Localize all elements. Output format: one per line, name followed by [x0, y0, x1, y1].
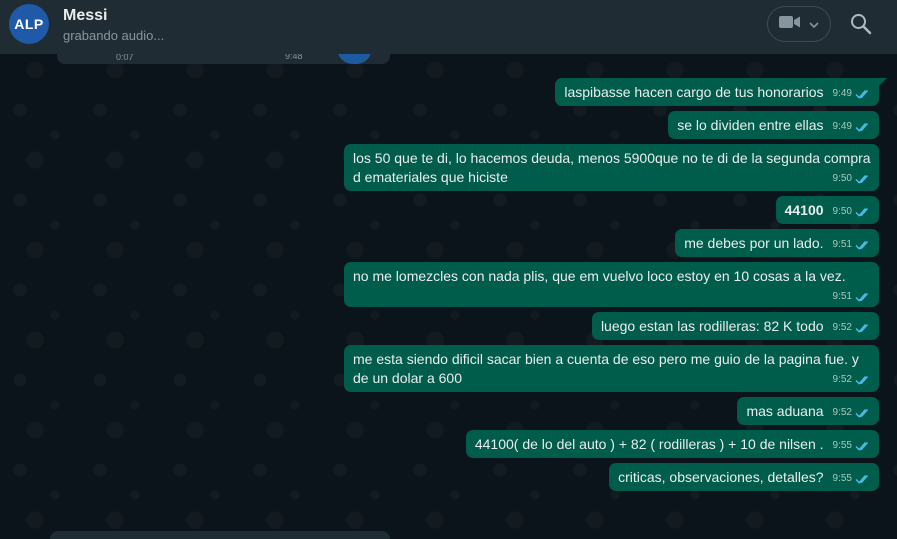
message-bubble[interactable]: los 50 que te di, lo hacemos deuda, meno… — [344, 144, 879, 191]
double-check-read-icon — [855, 408, 871, 419]
video-camera-icon — [779, 15, 801, 34]
message-bubble[interactable]: no me lomezcles con nada plis, que em vu… — [344, 262, 879, 307]
double-check-read-icon — [855, 323, 871, 334]
message-bubble[interactable]: me esta siendo dificil sacar bien a cuen… — [344, 345, 879, 392]
message-time: 9:55 — [832, 440, 852, 451]
double-check-read-icon — [855, 292, 871, 303]
message-meta: 9:51 — [833, 239, 871, 251]
message-text: se lo dividen entre ellas — [677, 117, 824, 133]
message-meta: 9:49 — [833, 88, 871, 100]
message-text: mas aduana — [746, 403, 824, 419]
message-time: 9:50 — [832, 206, 852, 217]
double-check-read-icon — [855, 174, 871, 185]
message-time: 9:51 — [832, 291, 852, 302]
video-call-button[interactable] — [767, 6, 831, 42]
message-text: luego estan las rodilleras: 82 K todo — [600, 318, 824, 334]
double-check-read-icon — [855, 207, 871, 218]
chevron-down-icon — [809, 15, 819, 33]
message-meta: 9:55 — [833, 473, 871, 485]
message-text: laspibasse hacen cargo de tus honorarios — [564, 84, 824, 100]
next-message-partial — [50, 531, 390, 539]
search-icon[interactable] — [849, 12, 873, 36]
double-check-read-icon — [855, 474, 871, 485]
message-bubble[interactable]: 44100 9:50 — [775, 196, 879, 224]
message-meta: 9:50 — [833, 206, 871, 218]
message-time: 9:50 — [832, 173, 852, 184]
double-check-read-icon — [855, 122, 871, 133]
message-bubble[interactable]: se lo dividen entre ellas 9:49 — [668, 111, 879, 139]
contact-status: grabando audio... — [63, 28, 165, 43]
message-time: 9:55 — [832, 473, 852, 484]
message-text: los 50 que te di, lo hacemos deuda, meno… — [353, 150, 871, 185]
avatar[interactable]: ALP — [9, 4, 49, 44]
double-check-read-icon — [855, 441, 871, 452]
message-time: 9:49 — [832, 88, 852, 99]
message-meta: 9:52 — [833, 407, 871, 419]
message-time: 9:49 — [832, 121, 852, 132]
message-meta: 9:52 — [833, 322, 871, 334]
message-bubble[interactable]: 44100( de lo del auto ) + 82 ( rodillera… — [465, 430, 879, 458]
double-check-read-icon — [855, 375, 871, 386]
double-check-read-icon — [855, 89, 871, 100]
message-text: me debes por un lado. — [684, 235, 824, 251]
message-text: me esta siendo dificil sacar bien a cuen… — [353, 351, 859, 386]
message-time: 9:51 — [832, 239, 852, 250]
message-bubble[interactable]: luego estan las rodilleras: 82 K todo 9:5… — [591, 312, 879, 340]
message-text: no me lomezcles con nada plis, que em vu… — [353, 268, 846, 284]
message-text: criticas, observaciones, detalles? — [618, 469, 824, 485]
message-bubble[interactable]: me debes por un lado. 9:51 — [675, 229, 879, 257]
double-check-read-icon — [855, 240, 871, 251]
message-meta: 9:49 — [833, 121, 871, 133]
message-time: 9:52 — [832, 322, 852, 333]
message-bubble[interactable]: criticas, observaciones, detalles? 9:55 — [609, 463, 879, 491]
avatar-logo-text: ALP — [14, 16, 44, 32]
message-text: 44100( de lo del auto ) + 82 ( rodillera… — [474, 436, 824, 452]
message-meta: 9:51 — [833, 291, 871, 303]
message-meta: 9:52 — [833, 374, 871, 386]
message-time: 9:52 — [832, 407, 852, 418]
message-bubble[interactable]: laspibasse hacen cargo de tus honorarios… — [555, 78, 887, 106]
message-time: 9:52 — [832, 374, 852, 385]
chat-header: ALP Messi grabando audio... — [0, 0, 897, 54]
message-meta: 9:55 — [833, 440, 871, 452]
message-meta: 9:50 — [833, 173, 871, 185]
message-bubble[interactable]: mas aduana 9:52 — [737, 397, 879, 425]
contact-name[interactable]: Messi — [63, 7, 107, 25]
message-list: laspibasse hacen cargo de tus honorarios… — [344, 78, 887, 491]
message-text: 44100 — [784, 202, 824, 218]
